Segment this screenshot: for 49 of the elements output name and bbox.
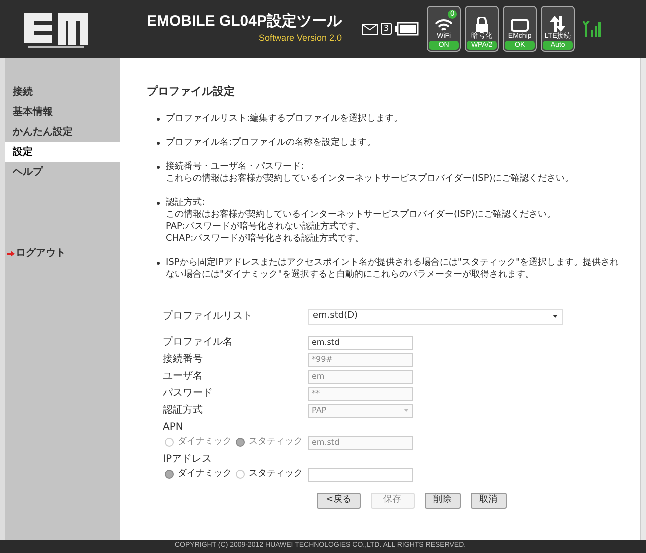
field-label: プロファイル名 [163, 336, 234, 350]
radio-label: スタティック [249, 436, 303, 449]
dropdown-caret-icon [404, 409, 409, 412]
input-field[interactable]: em.std [308, 336, 413, 350]
radio-label: ダイナミック [178, 436, 232, 449]
field-label: パスワード [163, 387, 214, 401]
dropdown-caret-icon [553, 315, 558, 318]
logout-link[interactable]: ログアウト [7, 246, 66, 261]
help-text: PAP:パスワードが暗号化されない認証方式です。 [166, 220, 366, 232]
field-label: プロファイルリスト [163, 310, 254, 324]
envelope-icon [362, 24, 378, 34]
radio-label: スタティック [249, 468, 303, 481]
action-button[interactable]: <戻る [317, 492, 361, 508]
software-version: Software Version 2.0 [258, 32, 342, 45]
field-label: 接続番号 [163, 352, 204, 367]
arrow-icon [7, 250, 15, 256]
profile-dropdown[interactable]: em.std(D) [308, 308, 563, 324]
action-button[interactable]: 削除 [424, 492, 461, 508]
field-label: IPアドレス [163, 452, 213, 466]
help-text: プロファイル名:プロファイルの名称を設定します。 [166, 136, 376, 148]
help-text: この情報はお客様が契約しているインターネットサービスプロバイダー(ISP)にご確認ください。 [166, 208, 556, 220]
radio-button[interactable] [236, 470, 245, 479]
nav-item[interactable]: 接続 [5, 82, 120, 102]
battery-icon [395, 22, 420, 36]
field-label: APN [163, 420, 184, 434]
radio-button[interactable] [165, 470, 174, 479]
app-title: EMOBILE GL04P設定ツール [146, 12, 342, 32]
up-down-arrows-icon [549, 16, 568, 32]
sim-card-icon [511, 19, 530, 32]
field-label: 認証方式 [163, 404, 204, 418]
help-text: ISPから固定IPアドレスまたはアクセスポイント名が提供される場合には"スタティック"を選択します。提供されない場合には"ダイナミック"を選択すると自動的にこれらのパラメーターが取得されます。 [166, 256, 620, 280]
help-text: これらの情報はお客様が契約しているインターネットサービスプロバイダー(ISP)にご確認ください。 [166, 172, 574, 184]
help-text: 認証方式: [166, 196, 206, 208]
signal-strength-icon [583, 21, 602, 37]
nav-item[interactable]: かんたん設定 [5, 122, 120, 142]
message-count: 3 [381, 23, 392, 35]
radio-label: ダイナミック [178, 468, 232, 481]
page-title: プロファイル設定 [147, 84, 236, 100]
field-label: ユーザ名 [163, 370, 204, 384]
wifi-icon [434, 18, 454, 32]
nav-item[interactable]: 設定 [5, 142, 120, 162]
nav-item[interactable]: ヘルプ [5, 162, 120, 182]
help-text: 接続番号・ユーザ名・パスワード: [166, 160, 306, 172]
help-text: プロファイルリスト:編集するプロファイルを選択します。 [166, 112, 404, 124]
padlock-icon [475, 17, 490, 32]
ip-input-field[interactable] [308, 468, 413, 482]
action-button[interactable]: 取消 [470, 492, 507, 508]
help-text: CHAP:パスワードが暗号化される認証方式です。 [166, 232, 366, 244]
nav-item[interactable]: 基本情報 [5, 102, 120, 122]
